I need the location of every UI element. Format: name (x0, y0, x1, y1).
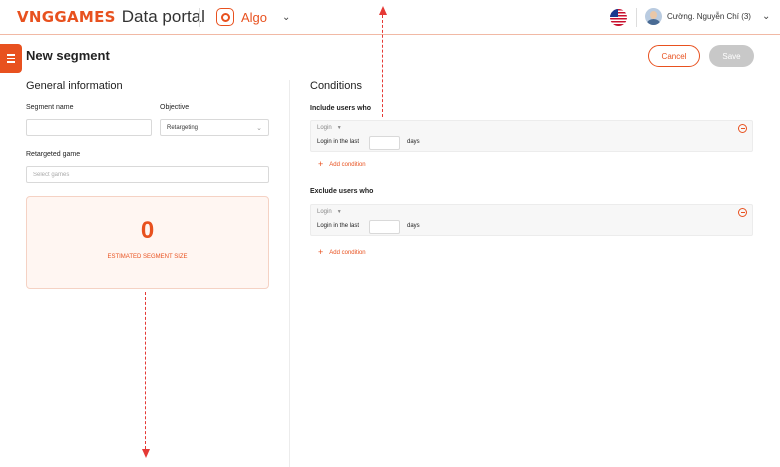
plus-icon: + (318, 247, 324, 257)
add-condition-label: Add condition (329, 249, 366, 256)
logo[interactable]: VNGGAMES Data portal (17, 7, 205, 27)
hamburger-menu-icon[interactable] (0, 44, 22, 73)
save-button[interactable]: Save (709, 45, 754, 67)
exclude-add-condition-button[interactable]: + Add condition (318, 248, 366, 257)
exclude-users-heading: Exclude users who (310, 188, 374, 195)
segment-name-input[interactable] (26, 119, 152, 136)
column-divider (289, 80, 290, 467)
header-divider (199, 8, 200, 27)
scroll-down-dashed-line (145, 292, 146, 449)
avatar (645, 8, 662, 25)
add-condition-label: Add condition (329, 161, 366, 168)
include-condition-row: Login ▼ Login in the last days (310, 120, 753, 152)
user-menu[interactable]: Cường. Nguyễn Chí (3) ⌄ (645, 8, 770, 25)
exclude-condition-type-select[interactable]: Login ▼ (317, 209, 342, 215)
exclude-days-input[interactable] (369, 220, 400, 234)
scroll-up-arrow-icon (379, 6, 387, 15)
app-name: Algo (241, 9, 268, 25)
general-information-title: General information (26, 80, 123, 92)
exclude-condition-row: Login ▼ Login in the last days (310, 204, 753, 236)
condition-unit: days (407, 139, 420, 145)
condition-text: Login in the last (317, 139, 360, 145)
header-divider (636, 8, 637, 27)
cancel-button[interactable]: Cancel (648, 45, 700, 67)
condition-unit: days (407, 223, 420, 229)
logo-brand: VNGGAMES (17, 8, 116, 26)
us-flag-icon[interactable] (610, 9, 627, 26)
estimated-segment-size-label: ESTIMATED SEGMENT SIZE (107, 254, 188, 260)
include-days-input[interactable] (369, 136, 400, 150)
chevron-down-icon: ⌄ (282, 11, 291, 23)
top-bar: VNGGAMES Data portal Algo ⌄ Cường. Nguyễ… (0, 0, 780, 35)
app-switcher[interactable]: Algo ⌄ (216, 7, 290, 27)
condition-text: Login in the last (317, 223, 360, 229)
conditions-title: Conditions (310, 80, 362, 92)
estimated-segment-size-value: 0 (140, 217, 155, 244)
objective-select[interactable]: Retargeting ⌄ (160, 119, 269, 136)
objective-value: Retargeting (167, 124, 199, 131)
caret-down-icon: ▼ (336, 209, 342, 215)
retargeted-game-select[interactable] (26, 166, 269, 183)
user-name: Cường. Nguyễn Chí (3) (667, 12, 751, 21)
condition-type-value: Login (317, 125, 332, 131)
estimated-segment-size-card: 0 ESTIMATED SEGMENT SIZE (26, 196, 269, 289)
scroll-up-dashed-line (382, 15, 383, 117)
remove-condition-icon[interactable] (738, 124, 747, 133)
condition-type-value: Login (317, 209, 332, 215)
include-add-condition-button[interactable]: + Add condition (318, 160, 366, 169)
algo-app-icon (216, 8, 234, 26)
retargeted-game-label: Retargeted game (26, 151, 81, 158)
include-condition-type-select[interactable]: Login ▼ (317, 125, 342, 131)
segment-name-label: Segment name (26, 104, 74, 111)
chevron-down-icon: ⌄ (761, 11, 771, 22)
plus-icon: + (318, 159, 324, 169)
page-title: New segment (26, 48, 110, 63)
caret-down-icon: ▼ (336, 125, 342, 131)
remove-condition-icon[interactable] (738, 208, 747, 217)
scroll-down-arrow-icon (142, 449, 150, 458)
objective-label: Objective (160, 104, 190, 111)
logo-portal-name: Data portal (121, 7, 205, 26)
chevron-down-icon: ⌄ (256, 124, 262, 132)
include-users-heading: Include users who (310, 105, 372, 112)
